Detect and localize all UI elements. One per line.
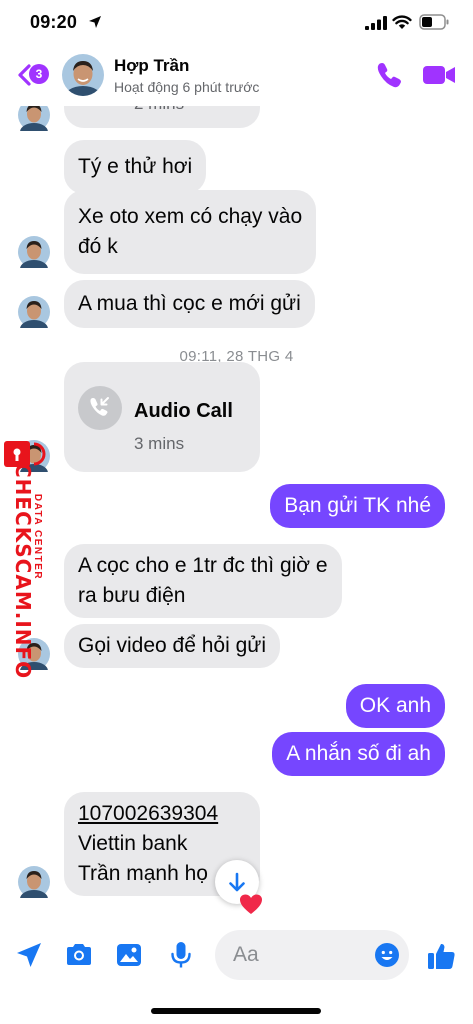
incoming-message[interactable]: Gọi video để hỏi gửi (64, 624, 281, 668)
status-bar: 09:20 (0, 0, 473, 46)
message-composer: Aa (0, 918, 473, 994)
message-text-line: A cọc cho e 1tr đc thì giờ e (78, 554, 328, 577)
message-thread[interactable]: 2 mins Tý e thử hơi Xe oto xem có chạy v… (0, 106, 473, 918)
call-duration: 3 mins (134, 434, 185, 453)
incoming-message[interactable]: Tý e thử hơi (64, 140, 207, 194)
sender-avatar (18, 106, 50, 131)
message-text: Gọi video để hỏi gửi (78, 634, 267, 657)
heart-reaction-icon[interactable] (238, 892, 264, 916)
checkscam-watermark: CHECKSCAM.INFO DATA CENTER (0, 438, 50, 679)
sender-avatar (18, 866, 50, 898)
incoming-message[interactable]: Xe oto xem có chạy vào đó k (64, 190, 317, 274)
send-location-icon[interactable] (14, 940, 44, 970)
thumbs-up-icon[interactable] (426, 940, 458, 972)
location-arrow-icon (89, 16, 101, 28)
microphone-icon[interactable] (166, 940, 196, 970)
audio-call-card[interactable]: Audio Call 3 mins (64, 362, 260, 472)
home-indicator[interactable] (151, 1008, 321, 1014)
photo-gallery-icon[interactable] (114, 940, 144, 970)
message-text: A nhắn số đi ah (286, 742, 431, 765)
message-text: A mua thì cọc e mới gửi (78, 292, 301, 315)
message-input[interactable]: Aa (215, 930, 409, 980)
incoming-message[interactable]: A cọc cho e 1tr đc thì giờ e ra bưu điện (64, 544, 342, 618)
message-text-line: Xe oto xem có chạy vào (78, 205, 303, 228)
bank-name: Viettin bank (78, 832, 188, 855)
incoming-message[interactable]: A mua thì cọc e mới gửi (64, 280, 315, 328)
phone-call-icon[interactable] (374, 60, 404, 90)
outgoing-message[interactable]: A nhắn số đi ah (272, 732, 445, 776)
contact-name[interactable]: Hợp Trần (114, 56, 189, 76)
message-text: OK anh (359, 694, 431, 717)
contact-avatar[interactable] (62, 54, 104, 96)
emoji-icon[interactable] (375, 943, 399, 967)
partial-call-duration: 2 mins (134, 106, 184, 114)
message-input-placeholder: Aa (233, 943, 259, 966)
unread-count-badge: 3 (29, 64, 49, 84)
video-call-icon[interactable] (422, 60, 456, 90)
message-text: Bạn gửi TK nhé (284, 494, 431, 517)
message-text: Tý e thử hơi (78, 155, 193, 178)
sender-avatar (18, 296, 50, 328)
missed-call-icon-wrap (78, 386, 122, 430)
battery-icon (419, 14, 449, 30)
camera-icon[interactable] (64, 940, 94, 970)
call-title: Audio Call (134, 400, 233, 422)
watermark-subtitle: DATA CENTER (32, 493, 43, 581)
status-time: 09:20 (30, 12, 78, 32)
message-text-line: đó k (78, 235, 118, 258)
outgoing-message[interactable]: OK anh (345, 684, 445, 728)
outgoing-message[interactable]: Bạn gửi TK nhé (270, 484, 445, 528)
bank-account-number[interactable]: 107002639304 (78, 799, 246, 829)
message-text-line: ra bưu điện (78, 584, 186, 607)
conversation-header: 3 Hợp Trần Hoạt động 6 phút trước (0, 46, 473, 106)
contact-active-status: Hoạt động 6 phút trước (114, 79, 260, 95)
sender-avatar (18, 236, 50, 268)
cellular-signal-icon (365, 16, 387, 30)
wifi-icon (392, 15, 412, 29)
phone-incoming-icon (90, 397, 109, 416)
